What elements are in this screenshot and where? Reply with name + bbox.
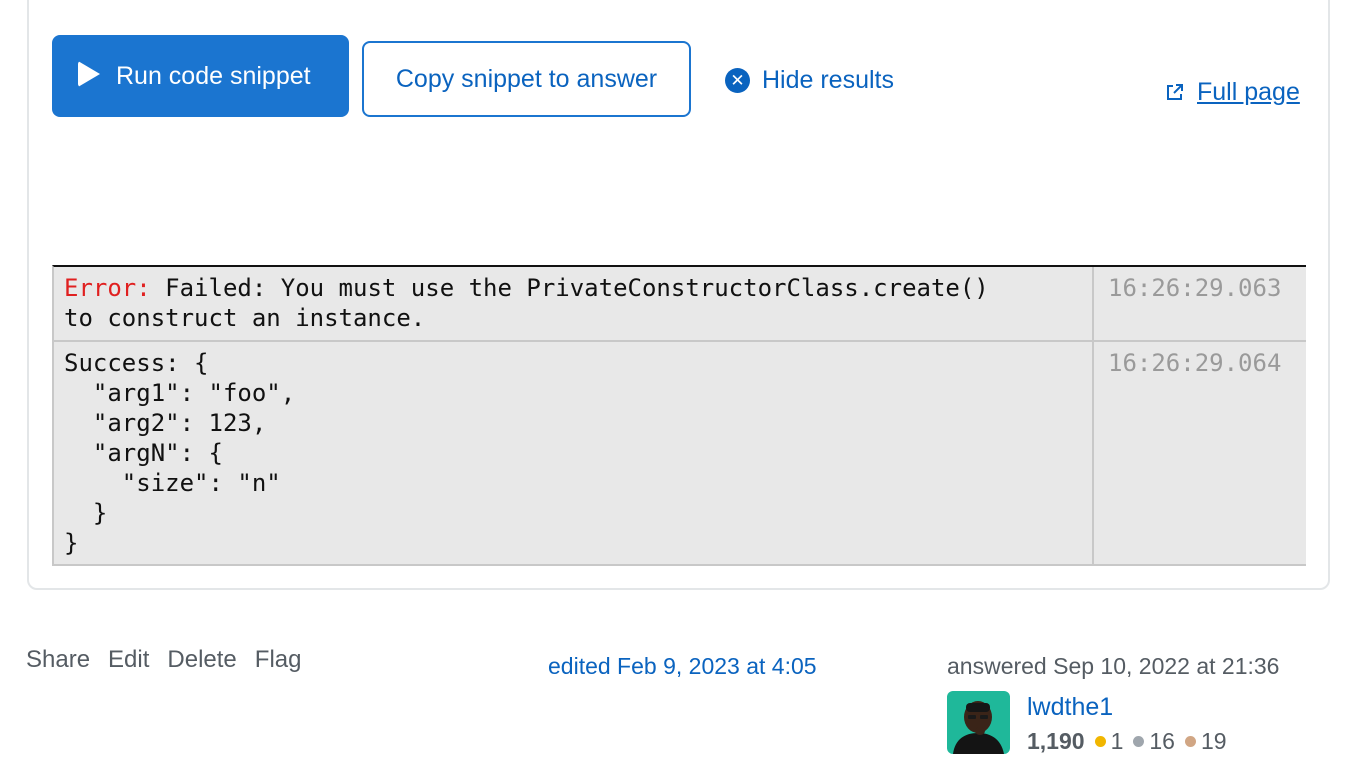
gold-badge-count: 1 bbox=[1110, 728, 1124, 754]
silver-badge-count: 16 bbox=[1149, 728, 1175, 754]
hide-results-label: Hide results bbox=[762, 65, 894, 94]
console-message: Success: { "arg1": "foo", "arg2": 123, "… bbox=[54, 342, 1094, 564]
flag-link[interactable]: Flag bbox=[255, 646, 302, 674]
full-page-link[interactable]: Full page bbox=[1163, 75, 1300, 109]
hide-results-button[interactable]: ✕ Hide results bbox=[725, 63, 894, 97]
avatar[interactable] bbox=[947, 691, 1010, 754]
bronze-badge-icon bbox=[1184, 736, 1196, 747]
edited-timestamp-link[interactable]: edited Feb 9, 2023 at 4:05 bbox=[548, 653, 817, 680]
console-message: Error: Failed: You must use the PrivateC… bbox=[54, 267, 1094, 340]
edit-link[interactable]: Edit bbox=[108, 646, 149, 674]
post-menu: Share Edit Delete Flag bbox=[26, 646, 301, 674]
username-link[interactable]: lwdthe1 bbox=[1027, 693, 1113, 722]
console-timestamp: 16:26:29.064 bbox=[1108, 349, 1282, 377]
answered-timestamp: answered Sep 10, 2022 at 21:36 bbox=[947, 653, 1280, 679]
gold-badge-icon bbox=[1094, 736, 1106, 747]
console-output[interactable]: Error: Failed: You must use the PrivateC… bbox=[52, 265, 1306, 566]
silver-badge-icon bbox=[1133, 736, 1145, 747]
run-label: Run code snippet bbox=[116, 61, 311, 90]
bronze-badges: 19 bbox=[1184, 728, 1227, 755]
copy-label: Copy snippet to answer bbox=[395, 64, 658, 93]
console-timestamp: 16:26:29.063 bbox=[1108, 274, 1282, 302]
play-icon bbox=[78, 61, 100, 87]
bronze-badge-count: 19 bbox=[1200, 728, 1227, 754]
user-reputation: 1,190 1 16 19 bbox=[1027, 728, 1237, 755]
copy-snippet-button[interactable]: Copy snippet to answer bbox=[362, 41, 691, 117]
share-link[interactable]: Share bbox=[26, 646, 90, 674]
run-code-snippet-button[interactable]: Run code snippet bbox=[52, 35, 349, 117]
silver-badges: 16 bbox=[1133, 728, 1175, 755]
delete-link[interactable]: Delete bbox=[167, 646, 236, 674]
error-message: Failed: You must use the PrivateConstruc… bbox=[64, 274, 989, 332]
full-page-label: Full page bbox=[1197, 77, 1300, 106]
close-circle-icon: ✕ bbox=[725, 67, 750, 93]
console-row: Error: Failed: You must use the PrivateC… bbox=[54, 267, 1306, 342]
external-link-icon bbox=[1167, 84, 1183, 100]
reputation-score: 1,190 bbox=[1027, 728, 1085, 754]
user-avatar-image bbox=[947, 691, 1010, 754]
gold-badges: 1 bbox=[1094, 728, 1124, 755]
error-label: Error: bbox=[64, 274, 151, 302]
console-row: Success: { "arg1": "foo", "arg2": 123, "… bbox=[54, 342, 1306, 564]
